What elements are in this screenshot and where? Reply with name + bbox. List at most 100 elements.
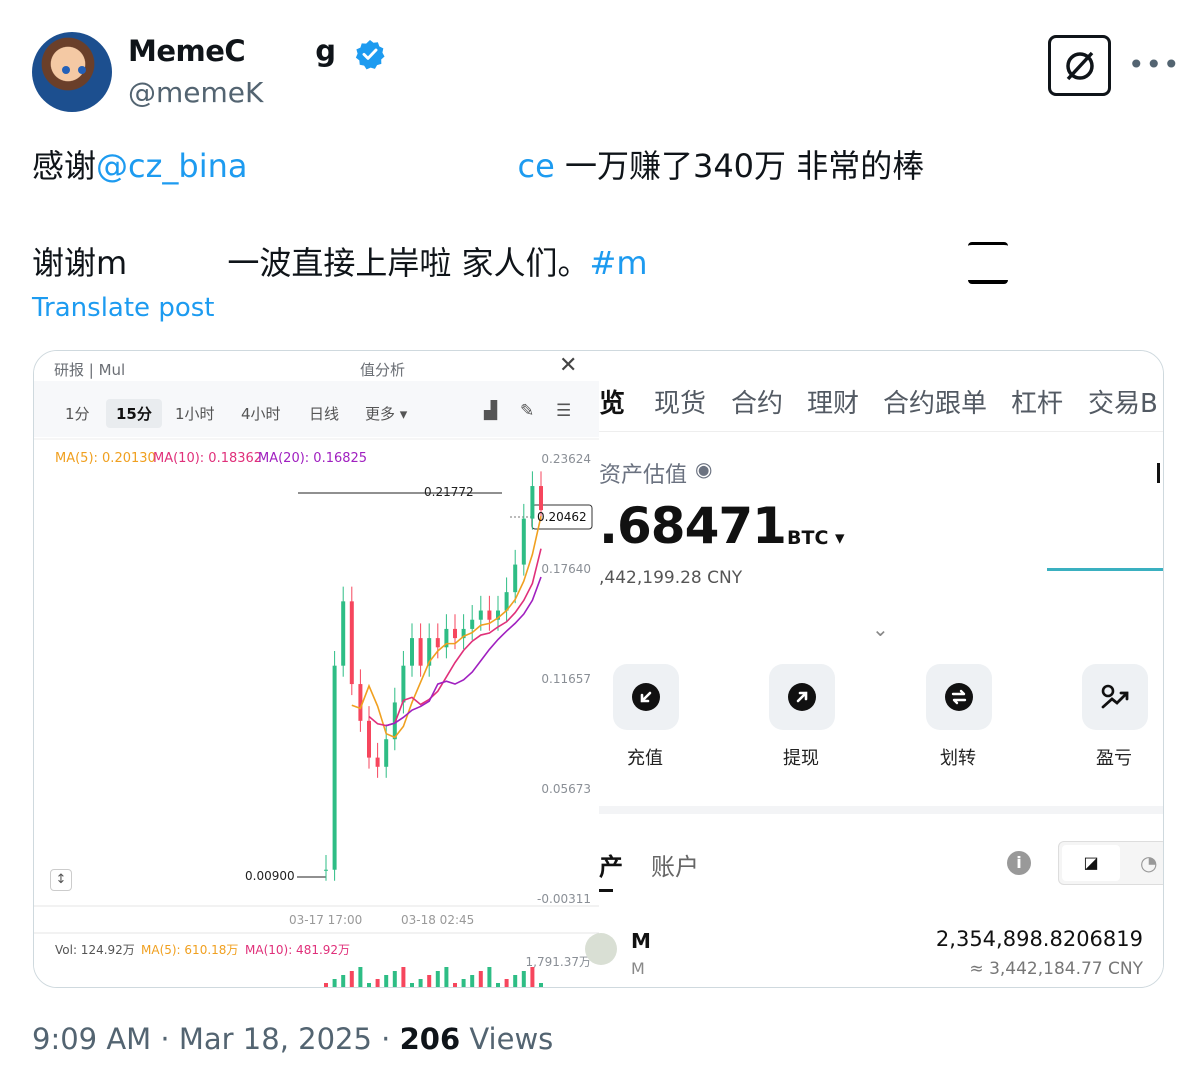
wallet-tab-spot[interactable]: 现货 <box>654 383 706 420</box>
candle-body <box>521 518 526 565</box>
volume-bar <box>427 975 432 987</box>
more-icon[interactable]: ••• <box>1128 48 1181 81</box>
volume-bar <box>392 971 397 987</box>
candlestick-chart <box>34 438 599 987</box>
volume-bar <box>487 967 492 987</box>
deposit-button[interactable] <box>613 664 679 730</box>
accounts-tab[interactable]: 账户 <box>651 847 699 882</box>
assets-tab[interactable]: 产 <box>599 847 623 882</box>
avatar-eye <box>78 66 86 74</box>
post-text: 一万赚了340万 非常的棒 <box>554 147 925 185</box>
x-axis-label: 03-18 02:45 <box>401 913 475 927</box>
volume-bar <box>504 979 509 987</box>
transfer-icon <box>945 683 973 711</box>
mention-link[interactable]: ce <box>518 147 555 185</box>
btc-unit[interactable]: BTC ▾ <box>787 527 845 549</box>
candle-body <box>324 869 328 871</box>
volume-bar <box>332 979 337 987</box>
volume-bar <box>418 979 423 987</box>
eye-icon[interactable]: ◉ <box>695 457 712 481</box>
candle-body <box>470 619 475 629</box>
post-text: 感谢 <box>32 147 97 185</box>
volume-bar <box>496 983 500 987</box>
withdraw-label: 提现 <box>783 748 819 769</box>
candle-body <box>435 638 440 648</box>
asset-amount: 2,354,898.8206819 <box>935 927 1143 951</box>
post-text-line-1: 感谢@cz_bina ce 一万赚了340万 非常的棒 <box>32 146 924 186</box>
candle-body <box>418 638 423 666</box>
volume-bar <box>453 983 457 987</box>
volume-bar <box>367 983 371 987</box>
withdraw-button[interactable] <box>769 664 835 730</box>
post-meta: 9:09 AM · Mar 18, 2025 · 206 Views <box>32 1022 553 1056</box>
transfer-button[interactable] <box>926 664 992 730</box>
mention-link[interactable]: @cz_bina <box>96 147 247 185</box>
grok-icon <box>1065 51 1094 80</box>
low-label: 0.00900 <box>245 869 295 883</box>
user-handle[interactable]: @memeK <box>128 76 263 109</box>
volume-ma10-label: MA(10): 481.92万 <box>245 943 351 957</box>
chevron-down-icon[interactable]: ⌄ <box>872 617 889 641</box>
edge-mark <box>1157 463 1160 483</box>
candle-body <box>539 486 543 511</box>
volume-bar <box>478 971 483 987</box>
wallet-tab-earn[interactable]: 理财 <box>807 383 859 420</box>
wallet-tab-overview[interactable]: 览 <box>599 383 625 420</box>
timestamp[interactable]: 9:09 AM · Mar 18, 2025 · <box>32 1022 400 1056</box>
hashtag-link[interactable]: #m <box>590 244 648 282</box>
avatar[interactable] <box>32 32 112 112</box>
chart-screenshot: 研报 | Mul 值分析 ✕ 1分 15分 1小时 4小时 日线 更多 ▾ ▟ … <box>34 351 599 987</box>
post-media-image[interactable]: 研报 | Mul 值分析 ✕ 1分 15分 1小时 4小时 日线 更多 ▾ ▟ … <box>33 350 1164 988</box>
volume-bar <box>513 975 518 987</box>
candle-body <box>384 739 389 767</box>
candle-body <box>453 628 457 639</box>
volume-label: Vol: 124.92万 <box>55 943 135 957</box>
volume-bar <box>461 979 466 987</box>
x-axis-label: 03-17 17:00 <box>289 913 363 927</box>
volume-bar <box>349 971 354 987</box>
volume-bar <box>410 983 414 987</box>
withdraw-icon <box>788 683 816 711</box>
translate-post-link[interactable]: Translate post <box>32 293 214 323</box>
wallet-tab-futures[interactable]: 合约 <box>731 383 783 420</box>
pie-view-icon[interactable]: ◔ <box>1140 851 1157 875</box>
redaction-mark <box>968 242 1008 284</box>
pnl-label: 盈亏 <box>1096 748 1132 769</box>
candle-body <box>401 665 406 703</box>
candle-body <box>513 564 518 593</box>
wallet-tab-copy-trading[interactable]: 合约跟单 <box>883 383 987 420</box>
deposit-label: 充值 <box>627 748 663 769</box>
info-icon[interactable]: i <box>1007 851 1031 875</box>
volume-bar <box>358 967 363 987</box>
candle-body <box>530 486 535 519</box>
grok-button[interactable] <box>1048 35 1111 96</box>
expand-axis-icon[interactable]: ↕ <box>50 869 72 891</box>
volume-bar <box>444 967 449 987</box>
sparkline <box>1047 568 1163 571</box>
post-text: 一波直接上岸啦 家人们。 <box>217 244 590 282</box>
post-text: 谢谢m <box>32 244 128 282</box>
asset-logo <box>585 933 617 965</box>
display-name[interactable]: MemeC g <box>128 34 336 68</box>
transfer-label: 划转 <box>940 748 976 769</box>
volume-bar <box>375 979 380 987</box>
divider <box>599 431 1163 432</box>
btc-balance: .68471 <box>599 497 787 555</box>
volume-bar <box>324 983 328 987</box>
pnl-icon <box>1101 684 1129 709</box>
verified-badge-icon <box>355 40 385 70</box>
asset-cny: ≈ 3,442,184.77 CNY <box>969 959 1143 979</box>
views-count: 206 <box>399 1022 461 1056</box>
volume-bar <box>401 967 406 987</box>
candle-body <box>410 638 414 666</box>
pnl-button[interactable] <box>1082 664 1148 730</box>
chart-view-icon[interactable]: ◪ <box>1062 845 1120 881</box>
cny-balance: ,442,199.28 CNY <box>599 568 743 588</box>
wallet-tab-trading-bot[interactable]: 交易B <box>1088 383 1158 420</box>
volume-bar <box>384 975 389 987</box>
asset-subname: M <box>631 959 645 978</box>
wallet-tab-margin[interactable]: 杠杆 <box>1011 383 1063 420</box>
deposit-icon <box>632 683 660 711</box>
high-label: 0.21772 <box>424 485 474 499</box>
volume-bar <box>521 971 526 987</box>
